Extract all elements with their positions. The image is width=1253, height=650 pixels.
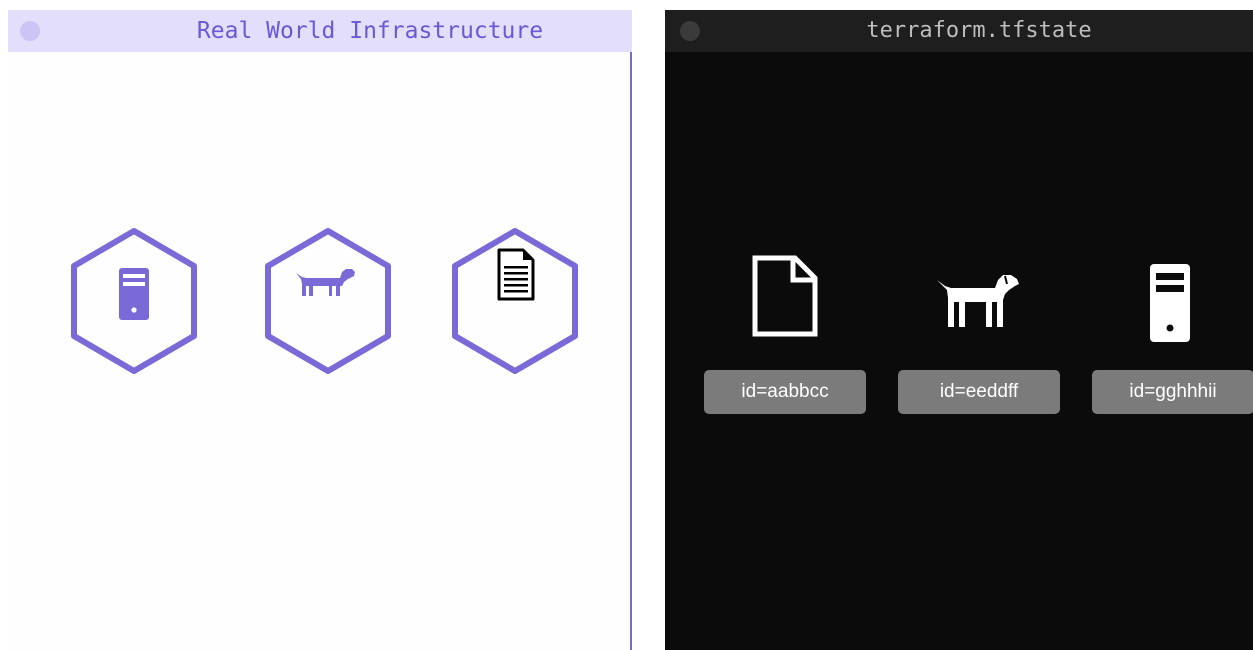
real-resource-server [66,226,202,376]
dog-icon [935,272,1025,336]
right-window-titlebar: terraform.tfstate [665,10,1253,52]
hexagon-outline [265,228,391,374]
left-window-titlebar: Real World Infrastructure [8,10,632,52]
server-icon [119,268,149,320]
dog-icon [296,269,355,296]
real-resource-document [447,226,583,376]
real-resource-dog [260,226,396,376]
left-window-title: Real World Infrastructure [196,18,544,44]
terraform-state-window: terraform.tfstate id=aabbcc id=eeddff id… [665,10,1253,650]
state-id-badge: id=aabbcc [704,370,866,414]
state-id-badge: id=eeddff [898,370,1060,414]
state-id-badge: id=gghhhii [1092,370,1253,414]
document-icon [497,248,535,301]
real-world-infrastructure-window: Real World Infrastructure [8,10,632,650]
server-icon [1150,264,1190,346]
right-window-title: terraform.tfstate [866,18,1092,43]
document-icon [751,254,819,342]
